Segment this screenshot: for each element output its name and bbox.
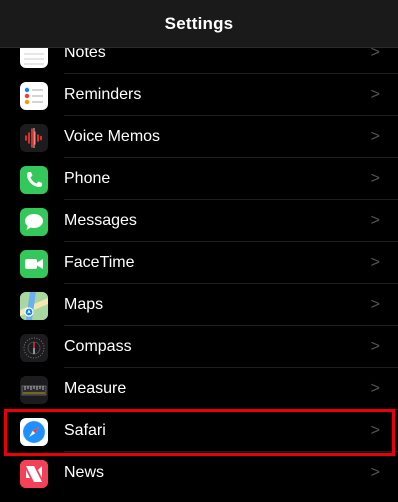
reminders-icon [20,82,48,110]
settings-row-label: News [64,464,105,481]
settings-list: Notes > Reminders > Voice Memos > Phone … [0,32,398,494]
settings-row-reminders[interactable]: Reminders > [0,74,398,116]
chevron-right-icon: > [370,422,380,439]
settings-row-measure[interactable]: Measure > [0,368,398,410]
chevron-right-icon: > [370,464,380,481]
settings-row-label: Messages [64,212,137,229]
chevron-right-icon: > [370,380,380,397]
settings-row-news[interactable]: News > [0,452,398,494]
settings-row-label: Maps [64,296,104,313]
settings-row-facetime[interactable]: FaceTime > [0,242,398,284]
messages-icon [20,208,48,236]
news-icon [20,460,48,488]
settings-row-label: Compass [64,338,132,355]
nav-bar: Settings [0,0,398,48]
settings-row-label: Voice Memos [64,128,161,145]
safari-icon [20,418,48,446]
chevron-right-icon: > [370,128,380,145]
chevron-right-icon: > [370,170,380,187]
chevron-right-icon: > [370,338,380,355]
settings-row-phone[interactable]: Phone > [0,158,398,200]
settings-row-safari[interactable]: Safari > [0,410,398,452]
voice-memos-icon [20,124,48,152]
settings-row-label: Safari [64,422,106,439]
settings-row-voice-memos[interactable]: Voice Memos > [0,116,398,158]
facetime-icon [20,250,48,278]
phone-icon [20,166,48,194]
chevron-right-icon: > [370,296,380,313]
measure-icon [20,376,48,404]
compass-icon [20,334,48,362]
chevron-right-icon: > [370,254,380,271]
chevron-right-icon: > [370,86,380,103]
settings-row-messages[interactable]: Messages > [0,200,398,242]
settings-row-label: FaceTime [64,254,135,271]
maps-icon [20,292,48,320]
page-title: Settings [164,13,234,33]
settings-row-compass[interactable]: Compass > [0,326,398,368]
settings-row-label: Measure [64,380,127,397]
chevron-right-icon: > [370,212,380,229]
settings-row-label: Phone [64,170,111,187]
settings-row-label: Reminders [64,86,142,103]
settings-row-maps[interactable]: Maps > [0,284,398,326]
